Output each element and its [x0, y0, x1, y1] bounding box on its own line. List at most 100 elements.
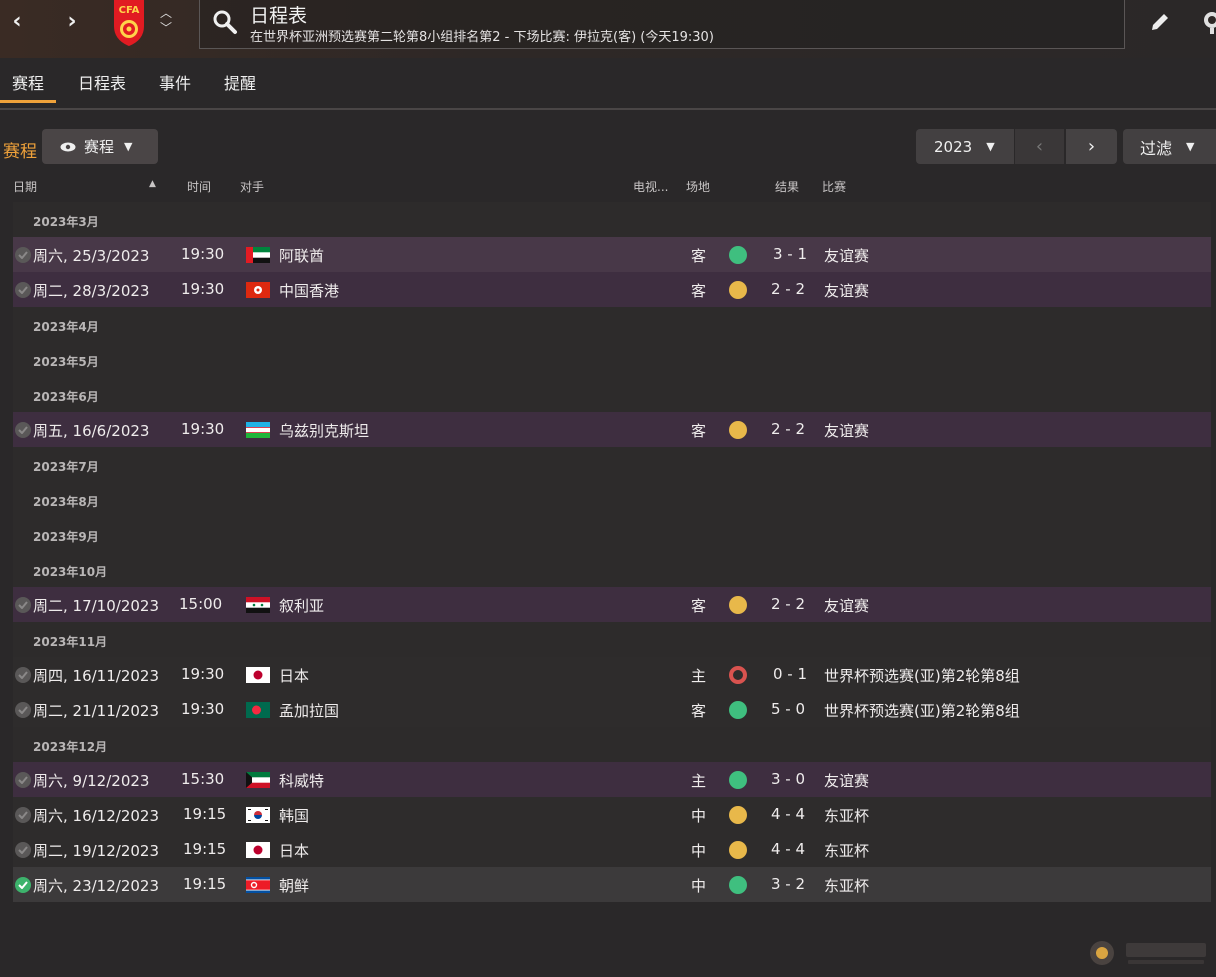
column-header-time[interactable]: 时间	[187, 178, 211, 195]
kuwait-flag-icon	[246, 772, 270, 788]
match-competition[interactable]: 友谊赛	[824, 420, 869, 441]
search-box[interactable]: 日程表 在世界杯亚洲预选赛第二轮第8小组排名第2 - 下场比赛: 伊拉克(客) …	[199, 0, 1125, 49]
month-header: 2023年7月	[13, 447, 1211, 482]
prev-year-button[interactable]: ‹	[1014, 129, 1064, 164]
column-header-result[interactable]: 结果	[775, 178, 799, 195]
column-header-date[interactable]: 日期 ▲	[13, 178, 156, 195]
search-icon	[213, 10, 237, 34]
column-header-competition[interactable]: 比赛	[822, 178, 846, 195]
view-dropdown-label: 赛程	[84, 138, 115, 156]
month-header: 2023年10月	[13, 552, 1211, 587]
match-date: 周六, 25/3/2023	[33, 247, 150, 265]
match-result[interactable]: 4 - 4	[771, 840, 805, 858]
match-time: 19:30	[181, 700, 225, 718]
tab-schedule[interactable]: 日程表	[76, 70, 128, 94]
match-opponent[interactable]: 中国香港	[279, 280, 339, 301]
section-label: 赛程	[3, 142, 37, 162]
table-row[interactable]: 周六, 23/12/2023 19:15 朝鲜 中 3 - 2 东亚杯	[13, 867, 1211, 902]
draw-icon	[729, 596, 747, 614]
column-header-opponent[interactable]: 对手	[240, 178, 264, 195]
win-icon	[729, 246, 747, 264]
fixtures-table: 2023年3月 周六, 25/3/2023 19:30 阿联酋 客 3 - 1 …	[13, 202, 1211, 902]
table-row[interactable]: 周五, 16/6/2023 19:30 乌兹别克斯坦 客 2 - 2 友谊赛	[13, 412, 1211, 447]
match-competition[interactable]: 东亚杯	[824, 805, 869, 826]
match-result[interactable]: 2 - 2	[771, 420, 805, 438]
match-result[interactable]: 2 - 2	[771, 280, 805, 298]
match-result[interactable]: 5 - 0	[771, 700, 805, 718]
match-venue: 客	[691, 422, 707, 440]
table-row[interactable]: 周四, 16/11/2023 19:30 日本 主 0 - 1 世界杯预选赛(亚…	[13, 657, 1211, 692]
next-year-button[interactable]: ›	[1065, 129, 1117, 164]
tab-events[interactable]: 事件	[157, 70, 193, 94]
match-time: 19:30	[181, 280, 225, 298]
match-venue: 客	[691, 597, 707, 615]
match-competition[interactable]: 友谊赛	[824, 595, 869, 616]
view-dropdown-button[interactable]: 赛程 ▼	[42, 129, 158, 164]
table-row[interactable]: 周二, 17/10/2023 15:00 叙利亚 客 2 - 2 友谊赛	[13, 587, 1211, 622]
match-competition[interactable]: 世界杯预选赛(亚)第2轮第8组	[824, 665, 1020, 686]
tab-reminders[interactable]: 提醒	[222, 70, 258, 94]
match-date: 周四, 16/11/2023	[33, 667, 159, 685]
match-time: 15:30	[181, 770, 225, 788]
table-row[interactable]: 周二, 21/11/2023 19:30 孟加拉国 客 5 - 0 世界杯预选赛…	[13, 692, 1211, 727]
match-result[interactable]: 3 - 2	[771, 875, 805, 893]
column-header-tv[interactable]: 电视...	[633, 178, 668, 195]
match-result[interactable]: 3 - 0	[771, 770, 805, 788]
match-time: 19:15	[183, 805, 227, 823]
check-icon	[15, 842, 31, 858]
manager-icon[interactable]	[1200, 10, 1216, 36]
match-competition[interactable]: 友谊赛	[824, 770, 869, 791]
match-competition[interactable]: 友谊赛	[824, 280, 869, 301]
match-competition[interactable]: 东亚杯	[824, 840, 869, 861]
match-result[interactable]: 3 - 1	[773, 245, 807, 263]
team-switch-icon[interactable]: ︿ ﹀	[157, 6, 175, 40]
team-crest-icon[interactable]: CFA	[112, 0, 146, 46]
crest-text: CFA	[119, 5, 140, 16]
match-opponent[interactable]: 叙利亚	[279, 595, 324, 616]
month-header: 2023年9月	[13, 517, 1211, 552]
match-opponent[interactable]: 阿联酋	[279, 245, 324, 266]
south-korea-flag-icon	[246, 807, 270, 823]
loss-icon	[729, 666, 747, 684]
match-result[interactable]: 4 - 4	[771, 805, 805, 823]
forward-arrow-icon[interactable]: ›	[58, 8, 86, 36]
match-opponent[interactable]: 日本	[279, 665, 309, 686]
match-date: 周六, 16/12/2023	[33, 807, 159, 825]
tab-bar: 赛程 日程表 事件 提醒	[0, 58, 1216, 110]
check-icon	[15, 422, 31, 438]
table-row[interactable]: 周六, 9/12/2023 15:30 科威特 主 3 - 0 友谊赛	[13, 762, 1211, 797]
tab-fixtures[interactable]: 赛程	[0, 70, 57, 103]
top-bar: ‹ › CFA ︿ ﹀ 日程表 在世界杯亚洲预选赛第二轮第8小组排名第2 - 下场…	[0, 0, 1216, 58]
draw-icon	[729, 841, 747, 859]
match-time: 15:00	[179, 595, 223, 613]
draw-icon	[729, 421, 747, 439]
match-result[interactable]: 2 - 2	[771, 595, 805, 613]
match-opponent[interactable]: 日本	[279, 840, 309, 861]
back-arrow-icon[interactable]: ‹	[3, 8, 31, 36]
match-competition[interactable]: 东亚杯	[824, 875, 869, 896]
table-row[interactable]: 周二, 19/12/2023 19:15 日本 中 4 - 4 东亚杯	[13, 832, 1211, 867]
match-opponent[interactable]: 科威特	[279, 770, 324, 791]
match-opponent[interactable]: 韩国	[279, 805, 309, 826]
pencil-icon[interactable]	[1148, 10, 1172, 34]
bangladesh-flag-icon	[246, 702, 270, 718]
match-time: 19:30	[181, 245, 225, 263]
match-venue: 客	[691, 282, 707, 300]
year-dropdown-button[interactable]: 2023 ▼	[916, 129, 1014, 164]
win-icon	[729, 771, 747, 789]
match-opponent[interactable]: 朝鲜	[279, 875, 309, 896]
table-row[interactable]: 周二, 28/3/2023 19:30 中国香港 客 2 - 2 友谊赛	[13, 272, 1211, 307]
syria-flag-icon	[246, 597, 270, 613]
match-opponent[interactable]: 乌兹别克斯坦	[279, 420, 369, 441]
match-venue: 主	[691, 772, 707, 790]
match-date: 周六, 23/12/2023	[33, 877, 159, 895]
filter-dropdown-button[interactable]: 过滤 ▼	[1123, 129, 1216, 164]
match-result[interactable]: 0 - 1	[773, 665, 807, 683]
match-competition[interactable]: 友谊赛	[824, 245, 869, 266]
table-row[interactable]: 周六, 16/12/2023 19:15 韩国 中 4 - 4 东亚杯	[13, 797, 1211, 832]
match-competition[interactable]: 世界杯预选赛(亚)第2轮第8组	[824, 700, 1020, 721]
column-header-venue[interactable]: 场地	[686, 178, 710, 195]
match-opponent[interactable]: 孟加拉国	[279, 700, 339, 721]
month-header: 2023年8月	[13, 482, 1211, 517]
table-row[interactable]: 周六, 25/3/2023 19:30 阿联酋 客 3 - 1 友谊赛	[13, 237, 1211, 272]
